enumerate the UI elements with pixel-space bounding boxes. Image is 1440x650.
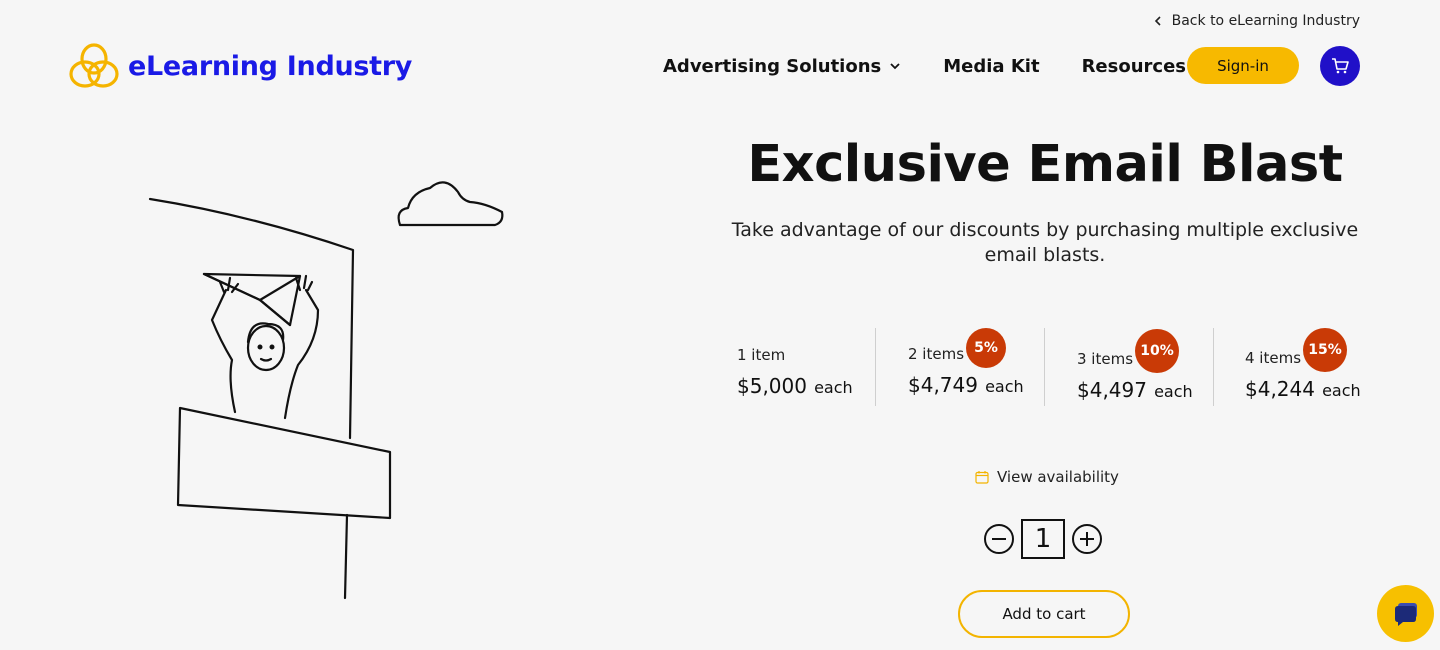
add-to-cart-button[interactable]: Add to cart bbox=[958, 590, 1130, 638]
chat-bubble-icon bbox=[1394, 602, 1417, 626]
tier-each: each bbox=[985, 377, 1024, 396]
nav-label: Media Kit bbox=[943, 55, 1040, 77]
logo-mark-icon bbox=[69, 43, 119, 88]
back-link-label: Back to eLearning Industry bbox=[1171, 13, 1360, 29]
quantity-stepper: 1 bbox=[983, 518, 1103, 560]
calendar-icon bbox=[975, 471, 989, 484]
tier-quantity: 1 item bbox=[737, 346, 786, 364]
pricing-tier: 4 items 15% $4,244 each bbox=[1213, 328, 1378, 406]
nav-advertising-solutions[interactable]: Advertising Solutions bbox=[663, 56, 901, 77]
tier-quantity: 3 items bbox=[1077, 350, 1134, 368]
paper-plane-illustration bbox=[148, 181, 504, 600]
plus-icon[interactable] bbox=[1071, 523, 1103, 555]
pricing-tiers: 1 item $5,000 each 2 items 5% $4,749 eac… bbox=[737, 328, 1377, 406]
chevron-left-icon bbox=[1154, 16, 1161, 26]
tier-price-line: $4,749 each bbox=[908, 373, 1024, 397]
tier-price: $5,000 bbox=[737, 374, 807, 398]
main-nav: Advertising Solutions Media Kit Resource… bbox=[663, 44, 1206, 88]
quantity-field[interactable]: 1 bbox=[1021, 519, 1065, 559]
discount-badge: 15% bbox=[1303, 328, 1347, 372]
tier-price-line: $4,497 each bbox=[1077, 378, 1193, 402]
nav-label: Advertising Solutions bbox=[663, 55, 882, 77]
site-logo[interactable]: eLearning Industry bbox=[68, 40, 412, 92]
tier-each: each bbox=[1322, 381, 1361, 400]
sign-in-button[interactable]: Sign-in bbox=[1187, 47, 1299, 84]
minus-icon[interactable] bbox=[983, 523, 1015, 555]
chat-widget-button[interactable] bbox=[1377, 585, 1434, 642]
tier-price-line: $4,244 each bbox=[1245, 377, 1361, 401]
discount-badge: 5% bbox=[966, 328, 1006, 368]
pricing-tier: 3 items 10% $4,497 each bbox=[1044, 328, 1214, 406]
back-to-site-link[interactable]: Back to eLearning Industry bbox=[1152, 10, 1360, 32]
product-subtitle: Take advantage of our discounts by purch… bbox=[731, 219, 1359, 266]
cart-button[interactable] bbox=[1320, 46, 1360, 86]
availability-label: View availability bbox=[997, 468, 1119, 486]
product-title: Exclusive Email Blast bbox=[747, 135, 1343, 194]
view-availability-link[interactable]: View availability bbox=[975, 466, 1119, 488]
nav-media-kit[interactable]: Media Kit bbox=[943, 56, 1039, 77]
cart-icon bbox=[1332, 58, 1349, 74]
tier-price: $4,749 bbox=[908, 373, 978, 397]
pricing-tier: 2 items 5% $4,749 each bbox=[875, 328, 1045, 406]
tier-price: $4,497 bbox=[1077, 378, 1147, 402]
tier-price: $4,244 bbox=[1245, 377, 1315, 401]
tier-each: each bbox=[1154, 382, 1193, 401]
nav-label: Resources bbox=[1081, 55, 1186, 77]
logo-text: eLearning Industry bbox=[128, 50, 413, 82]
tier-quantity: 2 items bbox=[908, 345, 965, 363]
tier-quantity: 4 items bbox=[1245, 349, 1302, 367]
discount-badge: 10% bbox=[1135, 329, 1179, 373]
tier-price-line: $5,000 each bbox=[737, 374, 853, 398]
pricing-tier: 1 item $5,000 each bbox=[737, 328, 875, 406]
tier-each: each bbox=[814, 378, 853, 397]
chevron-down-icon bbox=[890, 63, 900, 70]
